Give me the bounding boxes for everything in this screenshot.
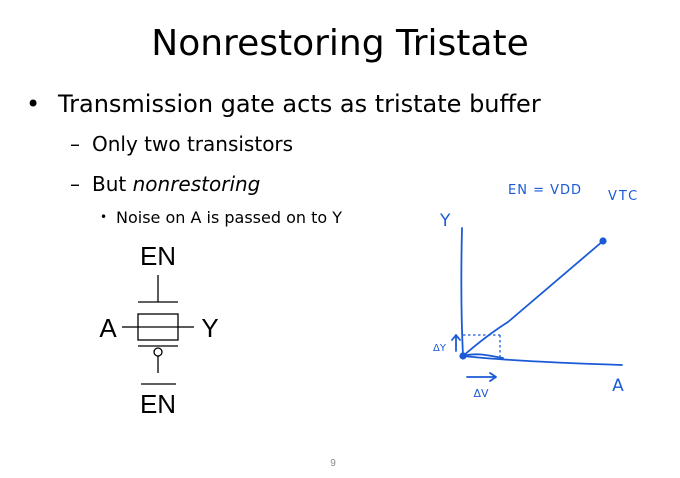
vtc-sketch: [451, 227, 623, 382]
y-axis-line: [460, 227, 464, 357]
schematic-labels: EN A Y EN: [99, 241, 218, 419]
inversion-bubble: [153, 347, 163, 357]
y-axis-label: Y: [439, 211, 451, 231]
input-label: A: [99, 313, 117, 343]
delta-y-label: ΔY: [433, 343, 447, 354]
transmission-gate-schematic: [122, 275, 194, 385]
enable-bottom-label: EN: [140, 389, 176, 419]
slide-diagrams: EN A Y EN EN = VDD VTC Y A ΔY ΔV: [99, 183, 639, 419]
delta-x-arrow: [466, 372, 497, 382]
condition-label: EN = VDD: [508, 183, 582, 198]
origin-dot: [459, 352, 467, 360]
vtc-label: VTC: [608, 189, 639, 204]
x-axis-label: A: [612, 376, 624, 396]
delta-x-label: ΔV: [473, 387, 489, 400]
transfer-curve: [462, 240, 604, 357]
page-number: 9: [330, 458, 336, 469]
enable-top-label: EN: [140, 241, 176, 271]
delta-y-arrow: [451, 334, 461, 352]
endpoint-dot: [599, 237, 607, 245]
output-label: Y: [201, 313, 218, 343]
x-axis-line: [462, 355, 623, 366]
sketch-labels: EN = VDD VTC Y A ΔY ΔV: [433, 183, 639, 400]
